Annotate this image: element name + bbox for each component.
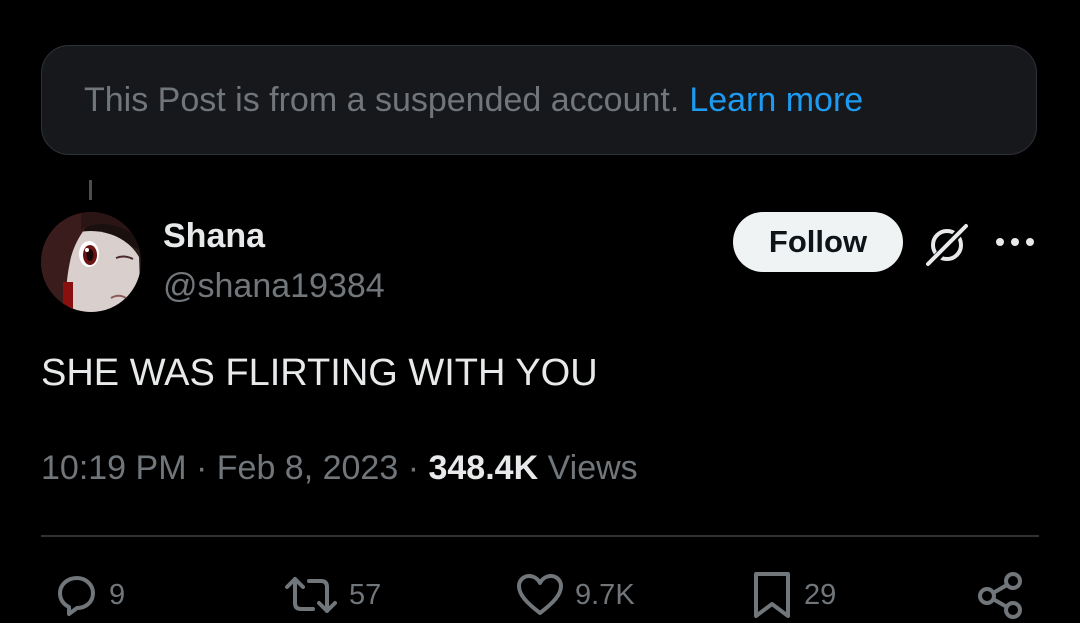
like-count: 9.7K <box>575 578 635 611</box>
anime-girl-avatar-icon <box>41 212 141 312</box>
notice-text: This Post is from a suspended account. <box>84 80 680 119</box>
learn-more-link[interactable]: Learn more <box>689 81 863 120</box>
post-meta: 10:19 PM · Feb 8, 2023 · 348.4K Views <box>41 449 638 488</box>
grok-icon[interactable] <box>922 220 972 270</box>
author-display-name[interactable]: Shana <box>163 217 265 256</box>
thread-connector-line <box>89 180 92 200</box>
post-text: SHE WAS FLIRTING WITH YOU <box>41 352 598 394</box>
heart-icon <box>517 574 563 615</box>
avatar[interactable] <box>41 212 141 312</box>
bookmark-button[interactable]: 29 <box>750 570 836 620</box>
reply-button[interactable]: 9 <box>55 570 125 620</box>
bookmark-icon <box>754 572 790 618</box>
post-time[interactable]: 10:19 PM <box>41 449 187 487</box>
meta-separator: · <box>407 449 429 487</box>
share-button[interactable] <box>975 570 1025 620</box>
views-count: 348.4K <box>428 449 539 487</box>
more-horizontal-icon[interactable] <box>995 230 1035 254</box>
suspended-account-notice: This Post is from a suspended account. L… <box>41 45 1037 155</box>
like-button[interactable]: 9.7K <box>515 570 635 620</box>
share-icon <box>978 572 1022 619</box>
repost-icon <box>285 577 337 613</box>
repost-button[interactable]: 57 <box>283 570 381 620</box>
follow-button[interactable]: Follow <box>733 212 903 272</box>
post-date[interactable]: Feb 8, 2023 <box>217 449 398 487</box>
meta-separator: · <box>195 449 217 487</box>
repost-count: 57 <box>349 578 382 611</box>
author-handle[interactable]: @shana19384 <box>163 267 385 306</box>
reply-count: 9 <box>109 578 126 611</box>
divider <box>41 535 1039 537</box>
views-label: Views <box>547 449 638 487</box>
reply-icon <box>58 576 95 616</box>
bookmark-count: 29 <box>804 578 837 611</box>
